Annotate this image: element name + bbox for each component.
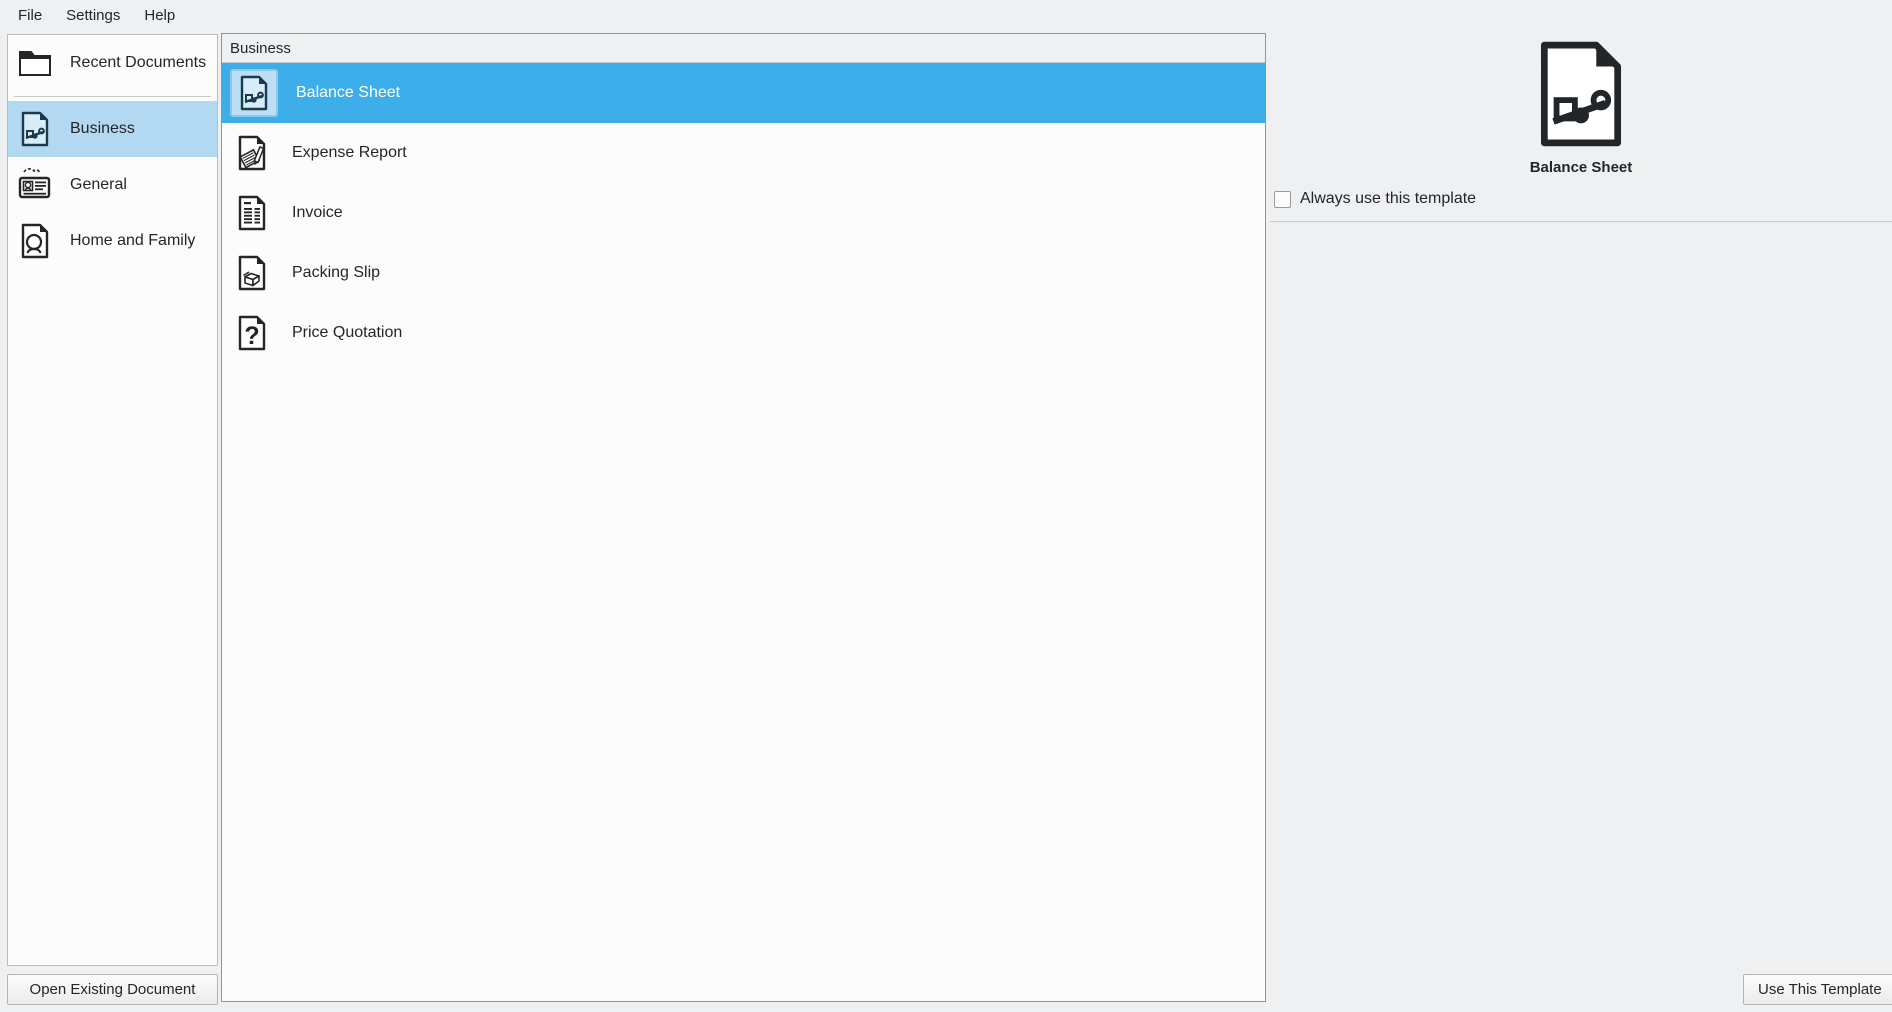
folder-icon	[16, 44, 54, 82]
template-list: Balance Sheet Expense Report Invoice Pac…	[222, 63, 1265, 363]
sidebar-item-label: General	[70, 176, 127, 193]
workspace: Recent Documents Business General Home a…	[0, 31, 1892, 1012]
always-use-template-row[interactable]: Always use this template	[1272, 176, 1892, 208]
preview-icon-wrap	[1270, 31, 1892, 152]
sidebar-item-label: Home and Family	[70, 232, 196, 249]
category-header: Business	[222, 34, 1265, 63]
packing-slip-icon	[230, 251, 274, 295]
template-label: Price Quotation	[292, 324, 403, 341]
preview-divider	[1270, 221, 1892, 222]
template-row-balance-sheet[interactable]: Balance Sheet	[222, 63, 1265, 123]
template-row-invoice[interactable]: Invoice	[222, 183, 1265, 243]
sidebar-item-label: Recent Documents	[70, 54, 207, 71]
svg-text:?: ?	[244, 322, 259, 350]
template-row-price-quotation[interactable]: ? Price Quotation	[222, 303, 1265, 363]
sidebar-item-home-and-family[interactable]: Home and Family	[8, 213, 217, 269]
menu-file[interactable]: File	[6, 4, 54, 27]
preview-title: Balance Sheet	[1529, 159, 1633, 176]
sidebar-item-label: Business	[70, 120, 135, 137]
template-preview-panel: Balance Sheet Always use this template	[1270, 31, 1892, 1012]
template-label: Invoice	[292, 204, 343, 221]
expense-report-icon	[230, 131, 274, 175]
template-label: Balance Sheet	[296, 84, 401, 101]
business-document-icon	[16, 110, 54, 148]
menu-help[interactable]: Help	[132, 4, 187, 27]
balance-sheet-icon	[1532, 36, 1630, 152]
template-list-panel: Business Balance Sheet Expense Report In…	[221, 33, 1266, 1002]
category-sidebar: Recent Documents Business General Home a…	[7, 34, 218, 966]
template-row-packing-slip[interactable]: Packing Slip	[222, 243, 1265, 303]
person-document-icon	[16, 222, 54, 260]
balance-sheet-icon	[230, 69, 278, 117]
menu-bar: File Settings Help	[0, 0, 1892, 31]
menu-settings[interactable]: Settings	[54, 4, 132, 27]
always-use-template-checkbox[interactable]	[1274, 190, 1291, 208]
id-card-icon	[16, 166, 54, 204]
sidebar-divider	[14, 96, 211, 97]
template-label: Expense Report	[292, 144, 407, 161]
template-row-expense-report[interactable]: Expense Report	[222, 123, 1265, 183]
sidebar-item-business[interactable]: Business	[8, 101, 217, 157]
sidebar-item-recent-documents[interactable]: Recent Documents	[8, 35, 217, 91]
sidebar-item-general[interactable]: General	[8, 157, 217, 213]
price-quotation-icon: ?	[230, 311, 274, 355]
invoice-icon	[230, 191, 274, 235]
template-label: Packing Slip	[292, 264, 381, 281]
use-this-template-button[interactable]: Use This Template	[1743, 974, 1892, 1005]
open-existing-document-button[interactable]: Open Existing Document	[7, 974, 218, 1005]
always-use-template-label: Always use this template	[1300, 190, 1477, 207]
